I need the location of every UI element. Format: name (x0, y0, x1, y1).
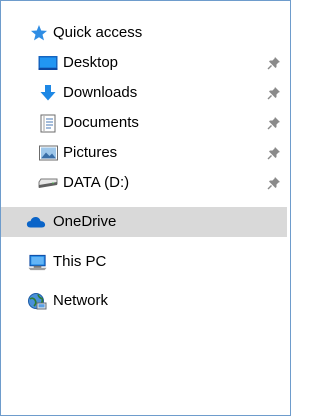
drive-icon (38, 173, 58, 193)
pin-icon[interactable] (267, 86, 281, 100)
nav-item-label: Documents (63, 114, 139, 131)
pin-icon[interactable] (267, 176, 281, 190)
nav-item-label: This PC (53, 253, 107, 270)
nav-item-desktop[interactable]: Desktop (1, 48, 287, 78)
nav-item-pictures[interactable]: Pictures (1, 138, 287, 168)
pictures-icon (38, 143, 58, 163)
nav-item-downloads[interactable]: Downloads (1, 78, 287, 108)
nav-item-documents[interactable]: Documents (1, 108, 287, 138)
nav-item-this-pc[interactable]: This PC (1, 247, 287, 277)
nav-item-quick-access[interactable]: Quick access (1, 18, 287, 48)
desktop-icon (38, 53, 58, 73)
network-icon (27, 291, 47, 311)
cloud-icon (26, 212, 46, 232)
pin-icon[interactable] (267, 56, 281, 70)
nav-item-label: Downloads (63, 84, 138, 101)
star-icon (29, 23, 49, 43)
nav-item-network[interactable]: Network (1, 286, 287, 316)
nav-item-label: Pictures (63, 144, 118, 161)
nav-item-data-drive[interactable]: DATA (D:) (1, 168, 287, 198)
nav-item-label: Quick access (53, 24, 143, 41)
computer-icon (28, 252, 48, 272)
nav-item-label: OneDrive (53, 213, 117, 230)
pin-icon[interactable] (267, 146, 281, 160)
download-arrow-icon (38, 83, 58, 103)
pin-icon[interactable] (267, 116, 281, 130)
nav-item-label: Network (53, 292, 109, 309)
navigation-pane: Quick access Desktop Downloads Documents… (0, 0, 291, 416)
nav-item-onedrive[interactable]: OneDrive (1, 207, 287, 237)
documents-icon (38, 113, 58, 133)
nav-item-label: Desktop (63, 54, 119, 71)
nav-item-label: DATA (D:) (63, 174, 130, 191)
